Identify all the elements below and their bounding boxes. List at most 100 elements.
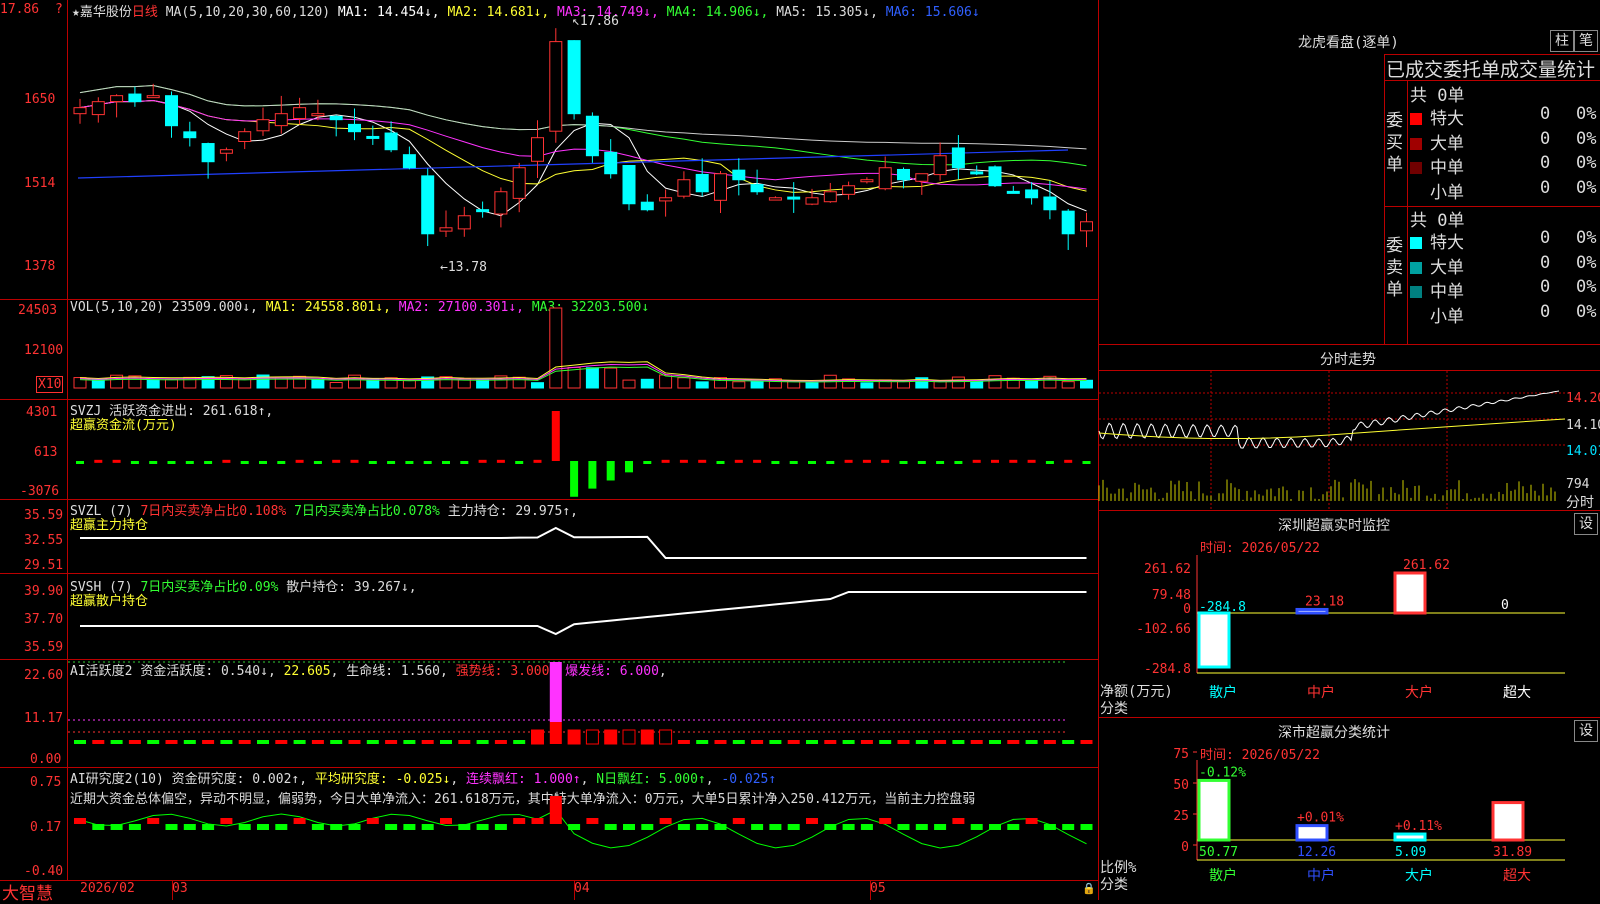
monitor-settings-button[interactable]: 设 (1574, 513, 1598, 535)
bar-view-button[interactable]: 柱 (1550, 30, 1574, 52)
classify-category-label: 超大 (1503, 868, 1531, 884)
activity-bar (622, 729, 636, 745)
activity-bar (74, 740, 86, 744)
classify-bar (1491, 801, 1525, 842)
monitor-value-label: -284.8 (1199, 600, 1246, 615)
candle-body (128, 93, 142, 103)
flow-bar (460, 461, 469, 464)
ai-activity-chart[interactable] (68, 660, 1098, 767)
activity-bar (585, 729, 599, 745)
candle-body (1061, 210, 1075, 235)
flow-bar (112, 459, 121, 463)
activity-bar (897, 740, 910, 744)
activity-bar (567, 729, 581, 745)
activity-bar (860, 740, 873, 744)
research-bar (275, 824, 288, 830)
axis-label: 1378 (24, 259, 56, 274)
axis-label: 12100 (24, 343, 64, 358)
candle-body (110, 95, 124, 103)
buy-total: 共 0单 (1410, 86, 1465, 106)
research-bar (952, 818, 965, 824)
research-bar (348, 824, 361, 830)
research-bar (403, 824, 416, 830)
flow-bar (387, 461, 396, 464)
svzl-chart[interactable] (68, 500, 1098, 573)
axis-label: 0.75 (30, 775, 62, 790)
tick-view-button[interactable]: 笔 (1574, 30, 1598, 52)
classify-bar (1197, 778, 1231, 842)
research-bar (641, 824, 654, 830)
research-bar (769, 824, 782, 830)
research-bar (238, 824, 251, 830)
volume-bar (750, 380, 764, 389)
activity-bar (348, 740, 361, 744)
research-bar (1007, 824, 1020, 830)
monitor-value-label: 23.18 (1305, 594, 1344, 609)
low-price-mark: ←13.78 (440, 260, 487, 275)
monitor-category-label: 超大 (1503, 685, 1531, 701)
axis-label: 261.62 (1144, 562, 1191, 577)
ma-line (79, 99, 1087, 193)
axis-label: 32.55 (24, 533, 64, 548)
activity-bar (659, 729, 673, 745)
axis-label: 0.17 (30, 820, 62, 835)
flow-bar (698, 459, 707, 463)
flow-bar (313, 461, 322, 464)
candlestick-chart[interactable] (68, 0, 1098, 299)
axis-label: 25 (1173, 809, 1189, 824)
activity-bar (220, 740, 233, 744)
svsh-chart[interactable] (68, 574, 1098, 659)
classify-category-label: 散户 (1209, 867, 1237, 884)
order-row: 特大 0 0% (1410, 104, 1600, 129)
research-bar (623, 824, 635, 830)
intraday-chart[interactable] (1098, 371, 1566, 509)
vol-unit-badge[interactable]: X10 (36, 376, 64, 393)
volume-chart[interactable] (68, 300, 1098, 399)
candle-body (567, 40, 581, 115)
research-bar (440, 818, 452, 824)
svzj-chart[interactable] (68, 400, 1098, 499)
research-bar (806, 818, 818, 824)
activity-bar (513, 740, 526, 744)
flow-bar (862, 459, 871, 463)
order-percent: 0% (1576, 252, 1597, 273)
volume-bar (677, 377, 691, 389)
flow-bar (826, 461, 835, 464)
activity-bar (732, 740, 745, 744)
activity-bar (915, 740, 928, 744)
activity-bar (403, 740, 416, 744)
flow-bar (332, 459, 341, 463)
classify-settings-button[interactable]: 设 (1574, 720, 1598, 742)
monitor-category-label: 散户 (1209, 684, 1237, 701)
candle-body (842, 185, 856, 195)
order-percent: 0% (1576, 277, 1597, 297)
axis-label: 35.59 (24, 640, 64, 655)
monitor-bar-chart[interactable]: 261.6279.480-102.66-284.8-284.8散户23.18中户… (1099, 555, 1600, 715)
lock-icon[interactable]: 🔒 (1082, 882, 1096, 895)
activity-bar (751, 740, 764, 744)
research-bar (696, 824, 709, 830)
activity-bar (714, 740, 727, 744)
flow-bar (972, 459, 981, 463)
flow-bar (222, 459, 231, 463)
candle-body (274, 113, 288, 127)
candle-body (787, 196, 801, 200)
volume-bar (805, 382, 819, 389)
activity-bar (842, 740, 855, 744)
candle-body (384, 132, 398, 151)
help-icon[interactable]: ? (55, 2, 63, 17)
order-row: 小单 0 0% (1410, 302, 1600, 327)
flow-bar (1009, 459, 1018, 463)
research-bar (257, 824, 269, 830)
volume-bar (604, 367, 618, 389)
volume-bar (1080, 379, 1093, 389)
flow-bar (149, 461, 158, 464)
candle-body (878, 167, 892, 190)
date-label: 2026/02 (80, 881, 135, 896)
monitor-value-label: 0 (1501, 598, 1509, 613)
color-swatch (1410, 113, 1422, 125)
classify-bar-chart[interactable]: 75 50 25 0 -0.12% 50.77 散户 +0.01% 12.26 中户 +0.11% 5… (1099, 747, 1600, 900)
ai-research-chart[interactable] (68, 768, 1098, 880)
candle-body (91, 101, 105, 116)
axis-label: -3076 (20, 484, 60, 499)
